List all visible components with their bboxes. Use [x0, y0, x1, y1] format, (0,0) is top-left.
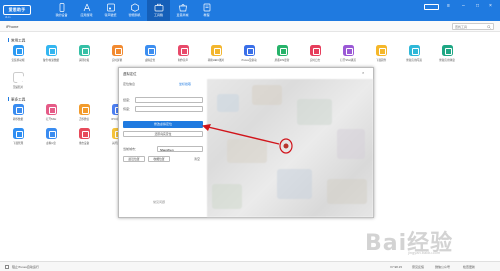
itunes-autorun-label: 阻止iTunes自动运行: [12, 264, 39, 269]
check-update-link[interactable]: 检查更新: [463, 265, 475, 269]
version-text: V7.98.15: [390, 264, 403, 269]
watermark-url: jingyan.baidu.com: [408, 250, 441, 255]
feedback-link[interactable]: 意见反馈: [412, 265, 424, 269]
status-bar: 阻止iTunes自动运行 V7.98.15 意见反馈 微信公众号 检查更新: [0, 261, 500, 271]
wechat-link[interactable]: 微信公众号: [435, 265, 450, 269]
itunes-autorun-checkbox[interactable]: [5, 265, 9, 269]
annotation-arrow: [207, 126, 280, 145]
map-pin-icon: [283, 143, 289, 149]
